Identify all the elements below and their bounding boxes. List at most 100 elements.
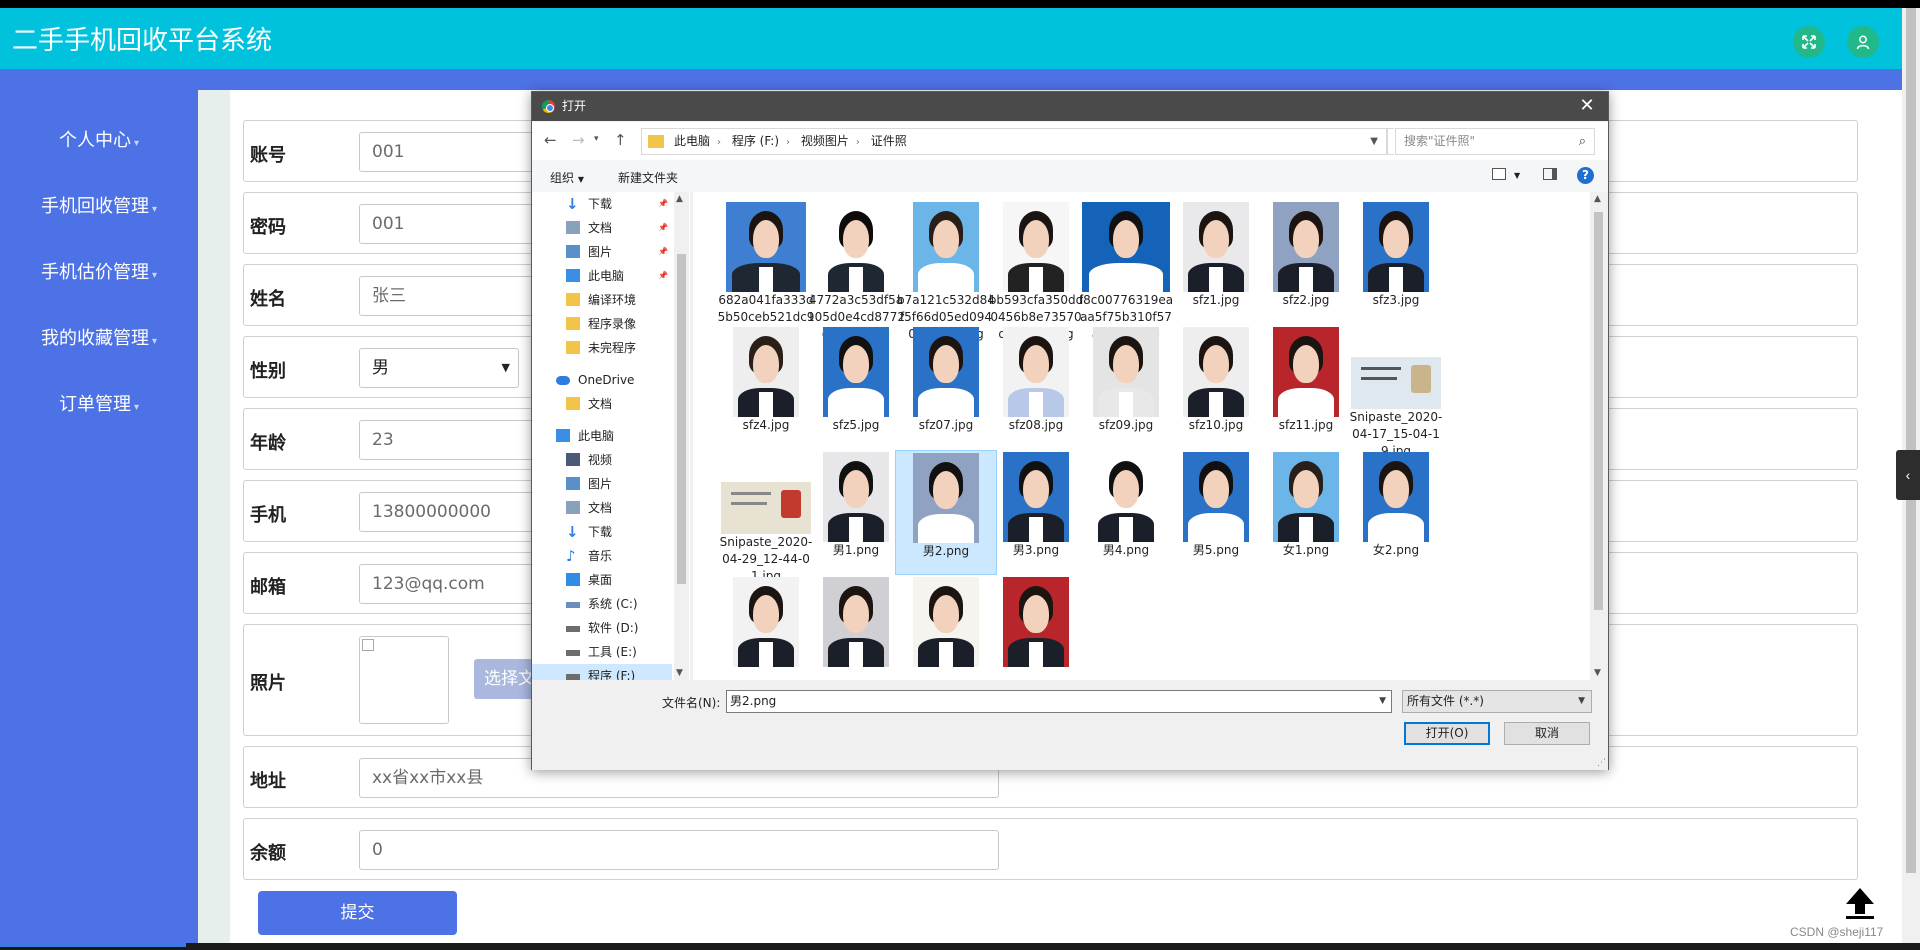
file-item[interactable] <box>805 575 907 667</box>
nav-item[interactable]: 此电脑 <box>532 424 672 448</box>
nav-item[interactable]: ↓ 下载 📌 <box>532 192 672 216</box>
file-item[interactable]: sfz08.jpg <box>985 325 1087 434</box>
file-item[interactable]: sfz3.jpg <box>1345 200 1447 309</box>
navigation-pane-scrollbar[interactable]: ▲ ▼ <box>674 192 689 680</box>
file-item[interactable]: sfz1.jpg <box>1165 200 1267 309</box>
portrait-collar <box>759 266 773 292</box>
resize-grip-icon[interactable]: ⋰ <box>1597 758 1606 768</box>
portrait-collar <box>849 266 863 292</box>
scrollbar-thumb[interactable] <box>677 254 686 584</box>
nav-item[interactable]: 桌面 <box>532 568 672 592</box>
file-item[interactable]: f8c00776319eaaa5f75b310f57affb57.jpeg <box>1075 200 1177 343</box>
breadcrumb-item[interactable]: 证件照 <box>871 134 907 148</box>
sidebar-item-favorites[interactable]: 我的收藏管理 ▾ <box>0 324 198 350</box>
file-item[interactable]: Snipaste_2020-04-29_12-44-01.jpg <box>715 450 817 585</box>
sidebar-item-orders[interactable]: 订单管理 ▾ <box>0 390 198 416</box>
nav-item[interactable]: 工具 (E:) <box>532 640 672 664</box>
scroll-down-icon[interactable]: ▼ <box>1594 668 1601 678</box>
balance-input[interactable]: 0 <box>359 830 999 870</box>
breadcrumb-item[interactable]: 程序 (F:) <box>732 134 779 148</box>
preview-pane-icon[interactable] <box>1543 168 1557 180</box>
file-item[interactable]: 男1.png <box>805 450 907 559</box>
breadcrumb-item[interactable]: 视频图片 <box>801 134 849 148</box>
file-item[interactable]: b7a121c532d84f5f66d05ed0940b5633.jpeg <box>895 200 997 343</box>
help-icon[interactable]: ? <box>1577 167 1594 184</box>
close-icon[interactable]: ✕ <box>1572 92 1602 121</box>
file-item[interactable]: 男3.png <box>985 450 1087 559</box>
nav-item[interactable]: 文档 <box>532 392 672 416</box>
up-arrow-icon[interactable]: ↑ <box>614 131 627 149</box>
dialog-footer: 文件名(N): 男2.png ▼ 所有文件 (*.*) ▼ 打开(O) 取消 ⋰ <box>532 680 1608 770</box>
file-item[interactable] <box>985 575 1087 667</box>
nav-item[interactable]: 未完程序 <box>532 336 672 360</box>
file-item[interactable]: sfz5.jpg <box>805 325 907 434</box>
scrollbar-thumb[interactable] <box>1594 212 1603 610</box>
nav-item[interactable]: 编译环境 <box>532 288 672 312</box>
filename-input[interactable]: 男2.png ▼ <box>726 690 1392 713</box>
scroll-up-icon[interactable]: ▲ <box>676 194 683 204</box>
nav-item[interactable]: 此电脑 📌 <box>532 264 672 288</box>
nav-item[interactable]: 视频 <box>532 448 672 472</box>
choose-file-button[interactable]: 选择文 <box>474 659 534 699</box>
search-input[interactable]: 搜索"证件照" ⌕ <box>1395 128 1595 155</box>
recent-locations-chevron-icon[interactable]: ▾ <box>594 134 599 144</box>
gender-select[interactable]: 男 ▼ <box>359 348 519 388</box>
file-item[interactable]: bb593cfa350dd0456b8e73570da899e8.jpg <box>985 200 1087 343</box>
chevron-down-icon[interactable]: ▼ <box>1379 691 1386 712</box>
view-options-icon[interactable] <box>1492 168 1506 180</box>
nav-item[interactable]: ♪ 音乐 <box>532 544 672 568</box>
file-item[interactable] <box>715 575 817 667</box>
chevron-left-icon[interactable]: ‹ <box>1896 450 1920 500</box>
file-item[interactable]: sfz11.jpg <box>1255 325 1357 434</box>
file-item[interactable] <box>895 575 997 667</box>
nav-item[interactable]: 文档 📌 <box>532 216 672 240</box>
user-icon[interactable] <box>1847 26 1879 58</box>
file-item[interactable]: 4772a3c53df5a105d0e4cd8772d75624.jpg <box>805 200 907 343</box>
file-item[interactable]: sfz09.jpg <box>1075 325 1177 434</box>
sidebar-item-phone-recycle[interactable]: 手机回收管理 ▾ <box>0 192 198 218</box>
chevron-down-icon[interactable]: ▼ <box>1514 171 1520 180</box>
new-folder-button[interactable]: 新建文件夹 <box>618 169 678 186</box>
scrollbar-thumb[interactable] <box>1906 8 1916 873</box>
nav-item[interactable]: 图片 <box>532 472 672 496</box>
scroll-down-icon[interactable]: ▼ <box>676 668 683 678</box>
open-button[interactable]: 打开(O) <box>1404 722 1490 745</box>
organize-button[interactable]: 组织 ▼ <box>550 169 584 186</box>
folder-icon <box>566 317 580 330</box>
forward-arrow-icon[interactable]: → <box>572 131 585 149</box>
nav-item[interactable]: 文档 <box>532 496 672 520</box>
address-history-chevron-icon[interactable]: ▼ <box>1370 129 1378 154</box>
file-item[interactable]: Snipaste_2020-04-17_15-04-19.jpg <box>1345 325 1447 460</box>
nav-item[interactable]: 程序录像 <box>532 312 672 336</box>
file-item[interactable]: 男2.png <box>895 450 997 575</box>
file-item[interactable]: 682a041fa333d5b50ceb521dc90299c9.jpg <box>715 200 817 343</box>
submit-button[interactable]: 提交 <box>258 891 457 935</box>
nav-item[interactable]: ↓ 下载 <box>532 520 672 544</box>
nav-item[interactable]: 程序 (F:) <box>532 664 672 680</box>
file-item[interactable]: 男4.png <box>1075 450 1177 559</box>
filename-label: 文件名(N): <box>662 696 721 710</box>
cancel-button[interactable]: 取消 <box>1504 722 1590 745</box>
file-grid-scrollbar[interactable]: ▲ ▼ <box>1590 192 1606 680</box>
file-item[interactable]: sfz07.jpg <box>895 325 997 434</box>
file-item[interactable]: 女2.png <box>1345 450 1447 559</box>
fullscreen-icon[interactable] <box>1793 26 1825 58</box>
sidebar-item-phone-valuation[interactable]: 手机估价管理 ▾ <box>0 258 198 284</box>
filetype-select[interactable]: 所有文件 (*.*) ▼ <box>1402 690 1592 713</box>
file-item[interactable]: 女1.png <box>1255 450 1357 559</box>
file-item[interactable]: sfz4.jpg <box>715 325 817 434</box>
sidebar-item-personal-center[interactable]: 个人中心 ▾ <box>0 126 198 152</box>
nav-item[interactable]: OneDrive <box>532 368 672 392</box>
dialog-titlebar: 打开 ✕ <box>532 92 1608 121</box>
file-item[interactable]: sfz10.jpg <box>1165 325 1267 434</box>
nav-item[interactable]: 图片 📌 <box>532 240 672 264</box>
back-arrow-icon[interactable]: ← <box>544 131 557 149</box>
scroll-up-icon[interactable]: ▲ <box>1594 194 1601 204</box>
file-item[interactable]: 男5.png <box>1165 450 1267 559</box>
nav-item[interactable]: 软件 (D:) <box>532 616 672 640</box>
file-item[interactable]: sfz2.jpg <box>1255 200 1357 309</box>
back-to-top-icon[interactable] <box>1838 882 1882 922</box>
nav-item[interactable]: 系统 (C:) <box>532 592 672 616</box>
address-bar[interactable]: 此电脑 › 程序 (F:) › 视频图片 › 证件照 ▼ <box>641 128 1387 155</box>
breadcrumb-item[interactable]: 此电脑 <box>674 134 710 148</box>
